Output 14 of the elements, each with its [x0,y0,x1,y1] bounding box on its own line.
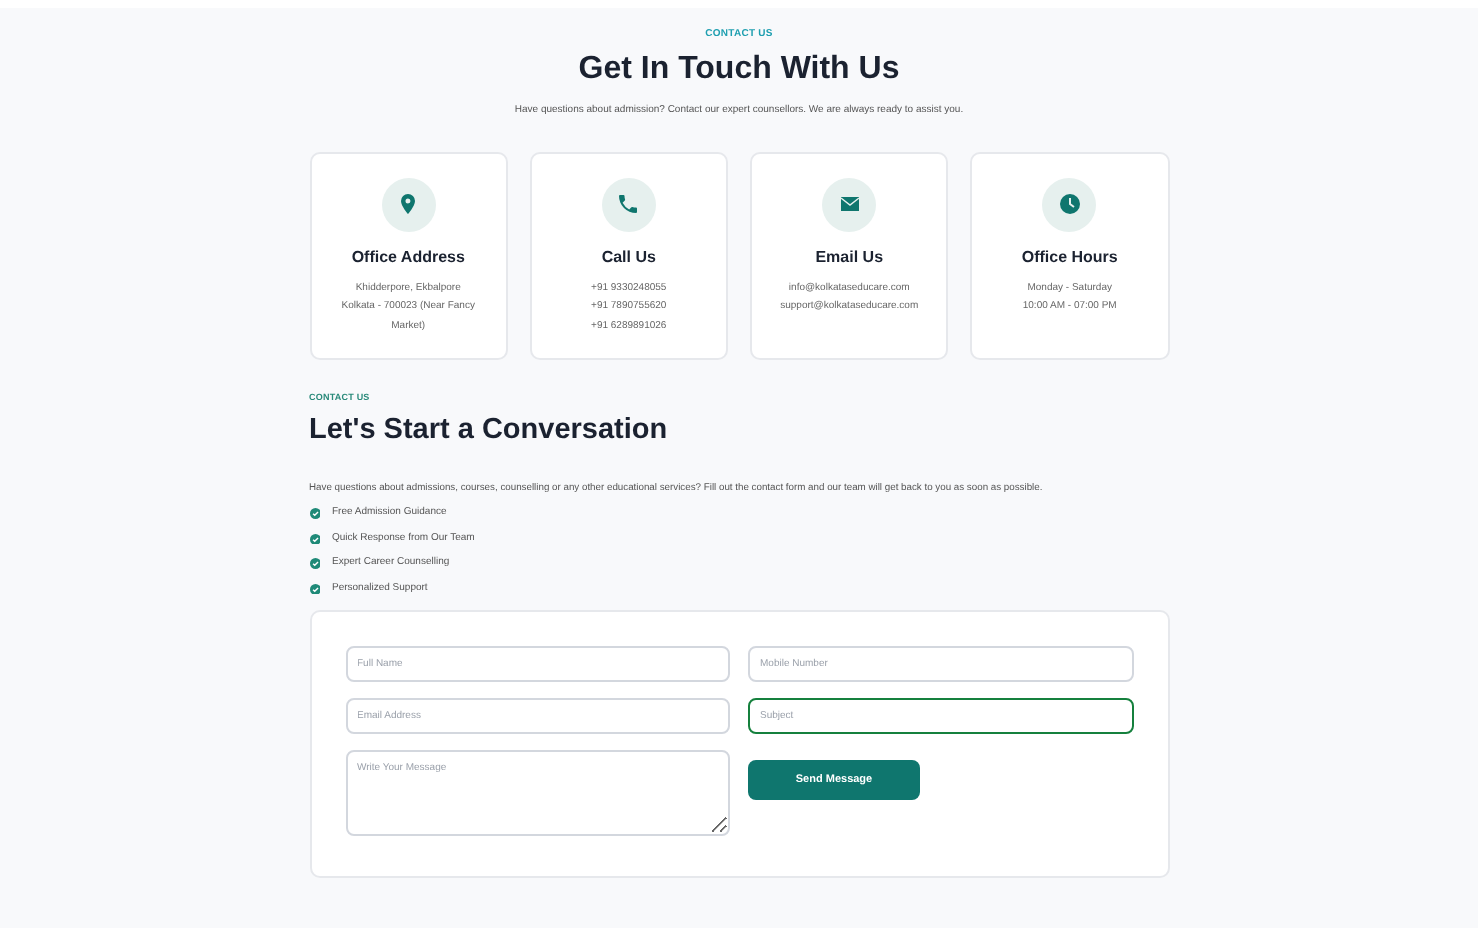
clock-icon [1057,192,1082,216]
check-circle-icon [309,508,320,520]
check-circle-icon [309,583,320,595]
card-title: Call Us [601,245,656,269]
card-title: Office Address [351,245,465,269]
card-title: Office Hours [1021,245,1118,269]
check-circle-icon [309,533,320,545]
section-title: Let's Start a Conversation [309,416,670,446]
mail-icon [837,192,862,216]
section-title: Get In Touch With Us [578,53,900,85]
phone-icon [616,192,641,216]
check-circle-icon [309,558,320,570]
card-title: Email Us [815,245,884,269]
location-pin-icon [396,192,421,216]
